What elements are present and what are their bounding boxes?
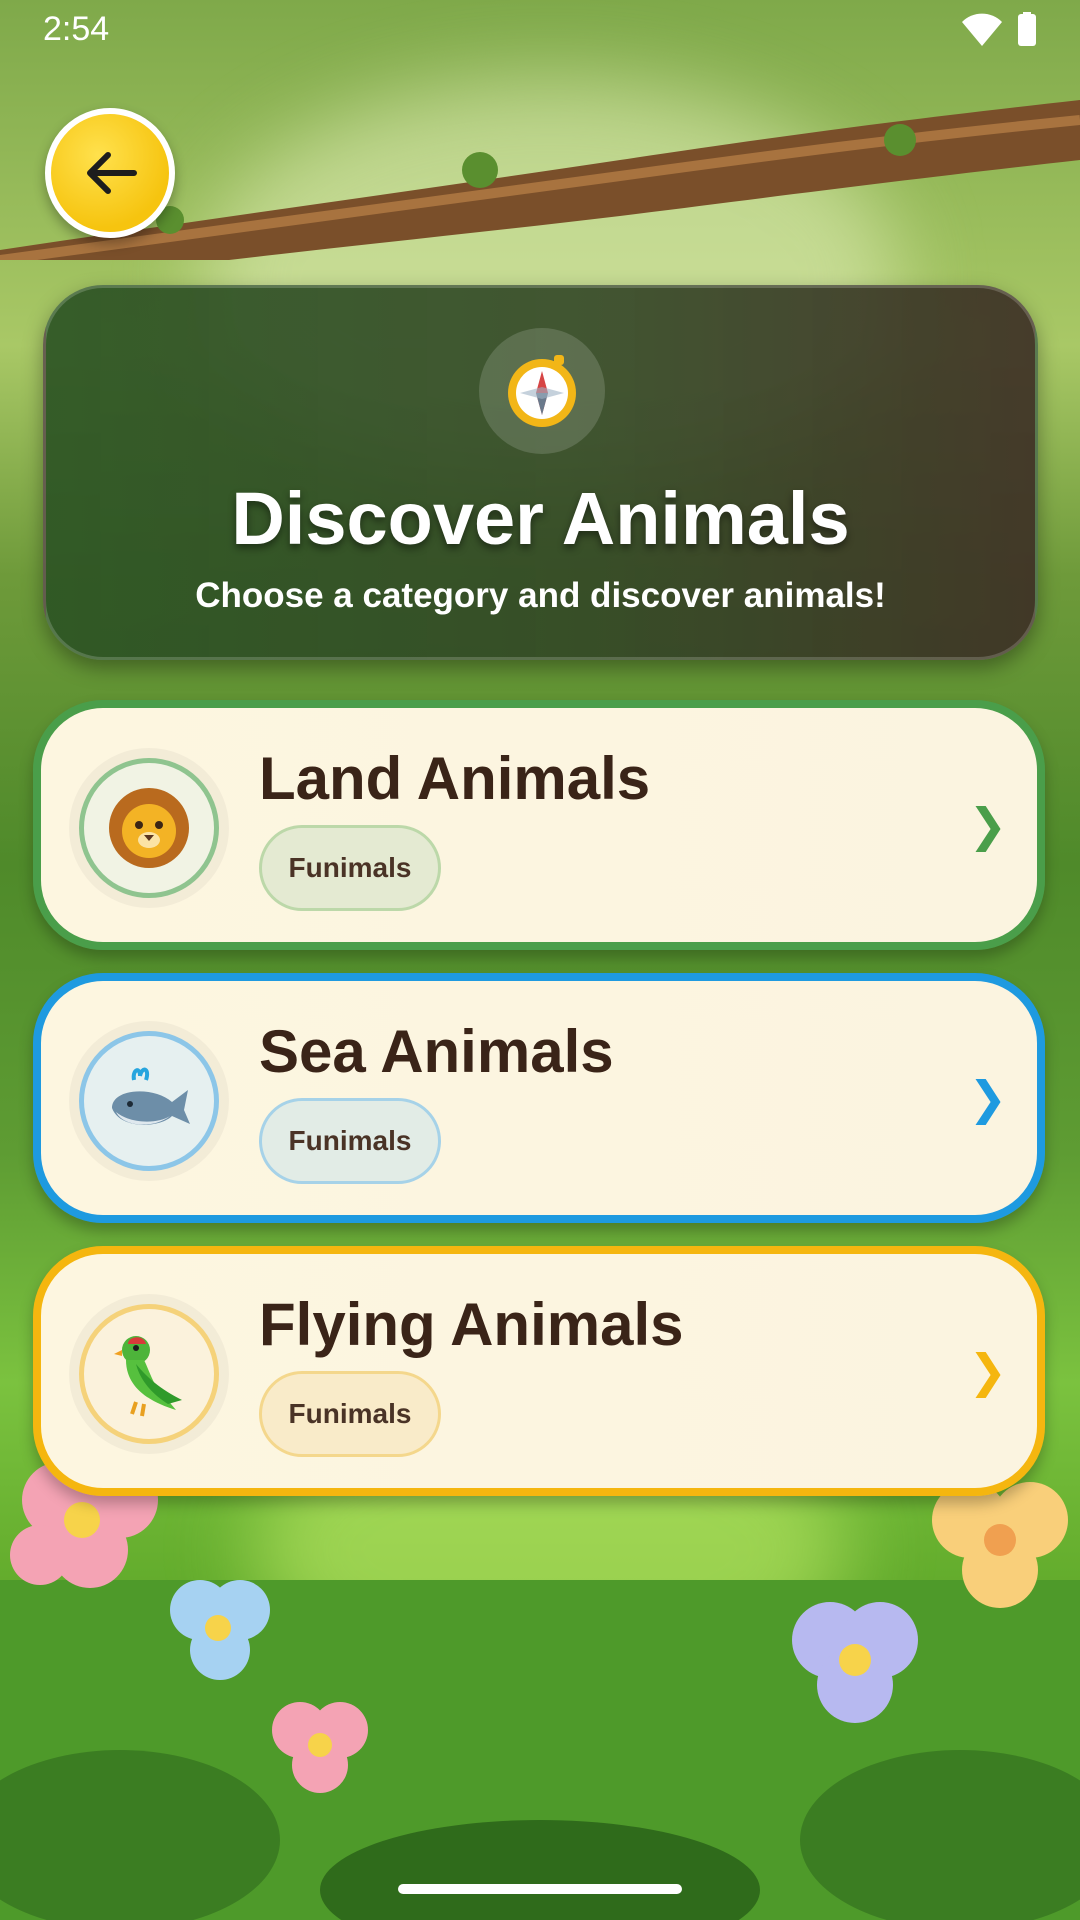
back-button[interactable] — [45, 108, 175, 238]
wifi-icon — [962, 13, 1002, 46]
category-title: Land Animals — [259, 745, 651, 812]
battery-icon — [1018, 12, 1036, 46]
flowers-grass-illustration — [0, 1462, 1080, 1920]
category-tag: Funimals — [259, 1098, 441, 1184]
whale-icon — [112, 1067, 190, 1125]
home-indicator[interactable] — [398, 1884, 682, 1894]
lion-icon — [109, 788, 189, 868]
chevron-right-icon: ❯ — [968, 1072, 1007, 1124]
chevron-right-icon: ❯ — [968, 799, 1007, 851]
parrot-icon — [114, 1336, 182, 1417]
sea-icon-badge — [79, 1031, 219, 1171]
header-card: Discover Animals Choose a category and d… — [43, 285, 1038, 660]
category-card-flying[interactable]: Flying Animals Funimals ❯ — [33, 1246, 1045, 1496]
category-title: Flying Animals — [259, 1291, 684, 1358]
compass-badge — [479, 328, 605, 454]
flying-icon-badge — [79, 1304, 219, 1444]
category-card-sea[interactable]: Sea Animals Funimals ❯ — [33, 973, 1045, 1223]
chevron-right-icon: ❯ — [968, 1345, 1007, 1397]
compass-icon — [508, 355, 576, 427]
category-card-land[interactable]: Land Animals Funimals ❯ — [33, 700, 1045, 950]
status-icons — [962, 12, 1036, 46]
status-time: 2:54 — [43, 10, 110, 48]
page-subtitle: Choose a category and discover animals! — [195, 576, 886, 615]
category-title: Sea Animals — [259, 1018, 614, 1085]
category-tag: Funimals — [259, 825, 441, 911]
land-icon-badge — [79, 758, 219, 898]
page-title: Discover Animals — [231, 477, 850, 560]
status-bar: 2:54 — [0, 0, 1080, 60]
category-tag: Funimals — [259, 1371, 441, 1457]
arrow-left-icon — [87, 152, 137, 194]
